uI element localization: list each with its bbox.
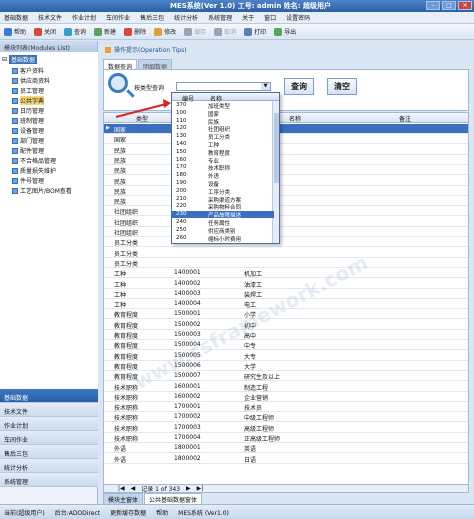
status-item[interactable]: 帮助 — [156, 508, 168, 517]
status-item[interactable]: 更新缓存数据 — [110, 508, 146, 517]
status-item: MES系统 (Ver1.0) — [178, 509, 229, 517]
status-bar: 当前(超级用户) 后台:ADODirect 更新缓存数据 帮助 MES系统 (Ver1.… — [0, 504, 474, 519]
annotation-arrow — [115, 99, 171, 118]
status-item: 后台:ADODirect — [54, 509, 101, 517]
status-item: 当前(超级用户) — [4, 509, 45, 517]
